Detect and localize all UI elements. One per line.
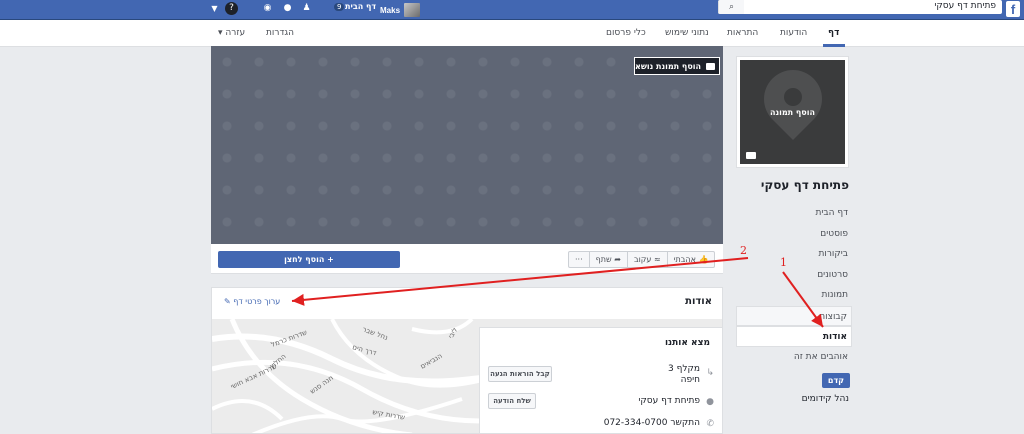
- annotation-number-2: 2: [740, 244, 747, 257]
- annotation-arrows: [291, 257, 824, 328]
- annotation-number-1: 1: [780, 256, 787, 269]
- annotation-arrow-1: [782, 271, 824, 328]
- annotation-arrow-2: [291, 257, 749, 306]
